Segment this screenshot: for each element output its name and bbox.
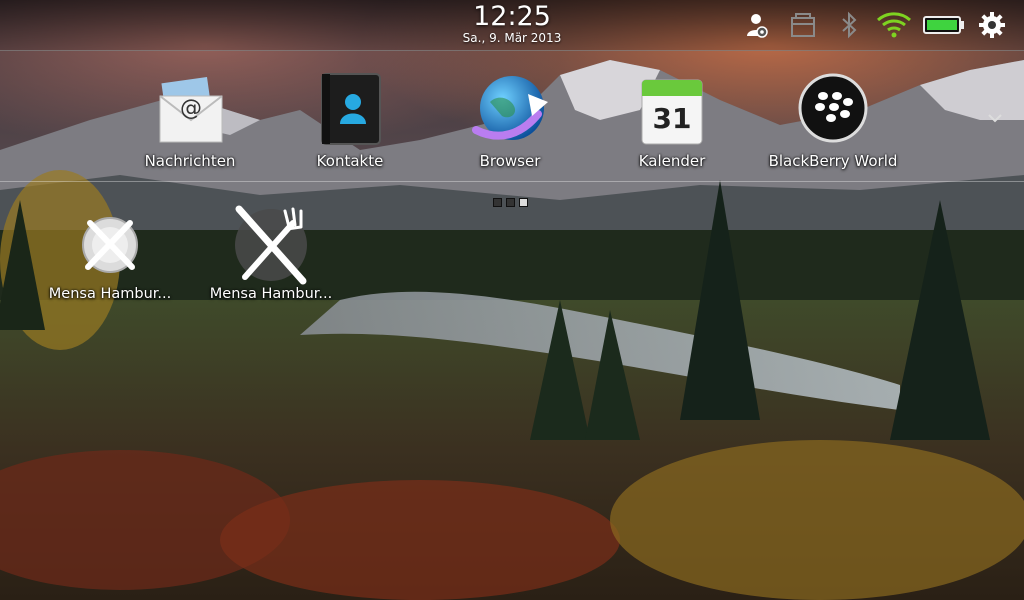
app-mensa-hamburg-1[interactable]: Mensa Hambur... xyxy=(35,205,185,303)
app-nachrichten[interactable]: @ Nachrichten xyxy=(120,72,260,170)
page-dot[interactable] xyxy=(506,198,515,207)
app-browser[interactable]: Browser xyxy=(440,72,580,170)
app-kontakte[interactable]: Kontakte xyxy=(280,72,420,170)
battery-icon[interactable] xyxy=(922,10,966,40)
date: Sa., 9. Mär 2013 xyxy=(462,31,562,45)
contacts-book-icon xyxy=(310,72,390,152)
globe-arrow-icon xyxy=(470,72,550,152)
tray-divider xyxy=(0,181,1024,182)
page-indicator xyxy=(493,192,532,207)
app-label: Mensa Hambur... xyxy=(48,286,172,302)
page-dot-active[interactable] xyxy=(519,198,528,207)
app-label: Mensa Hambur... xyxy=(209,286,333,302)
calendar-day: 31 xyxy=(652,102,692,135)
svg-text:@: @ xyxy=(180,96,202,121)
app-label: Nachrichten xyxy=(144,152,236,170)
account-settings-icon[interactable] xyxy=(742,10,772,40)
gear-icon[interactable] xyxy=(977,10,1007,40)
app-label: Kontakte xyxy=(316,152,384,170)
clock[interactable]: 12:25 xyxy=(462,2,562,32)
app-label: BlackBerry World xyxy=(768,152,898,170)
plate-fork-knife-icon xyxy=(70,205,150,285)
bluetooth-icon[interactable] xyxy=(834,10,864,40)
app-kalender[interactable]: 31 Kalender xyxy=(602,72,742,170)
wifi-icon[interactable] xyxy=(876,10,912,40)
mail-envelope-icon: @ xyxy=(150,72,230,152)
page-dot[interactable] xyxy=(493,198,502,207)
chevron-down-icon[interactable] xyxy=(985,108,1005,128)
fork-knife-icon xyxy=(231,205,311,285)
app-label: Kalender xyxy=(638,152,706,170)
status-bar: 12:25 Sa., 9. Mär 2013 xyxy=(0,0,1024,51)
app-mensa-hamburg-2[interactable]: Mensa Hambur... xyxy=(196,205,346,303)
blackberry-logo-icon xyxy=(793,72,873,152)
app-label: Browser xyxy=(479,152,541,170)
windows-icon[interactable] xyxy=(788,10,818,40)
app-blackberry-world[interactable]: BlackBerry World xyxy=(763,72,903,170)
calendar-icon: 31 xyxy=(632,72,712,152)
